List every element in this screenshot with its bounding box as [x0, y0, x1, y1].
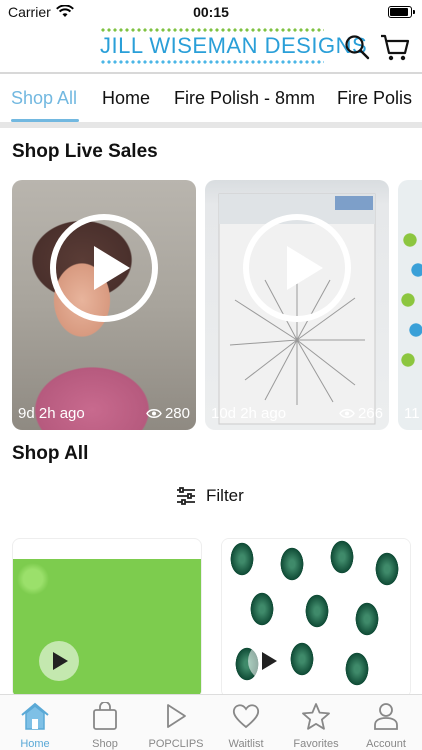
tabbar-label: Home	[20, 738, 50, 750]
tabs-divider	[0, 122, 422, 128]
tabbar-label: Favorites	[293, 738, 339, 750]
live-sales-title: Shop Live Sales	[12, 141, 158, 162]
tabbar-waitlist[interactable]: Waitlist	[211, 701, 281, 750]
live-sale-card[interactable]: 10d 2h ago 266	[205, 180, 389, 430]
tabbar-popclips[interactable]: POPCLIPS	[141, 701, 211, 750]
product-card[interactable]	[221, 538, 411, 698]
product-card[interactable]	[12, 538, 202, 698]
tabbar-shop[interactable]: Shop	[70, 701, 140, 750]
live-sale-views: 280	[146, 405, 190, 422]
shop-all-title: Shop All	[12, 443, 89, 464]
tab-home[interactable]: Home	[102, 88, 150, 109]
tabbar-favorites[interactable]: Favorites	[281, 701, 351, 750]
live-sale-views: 266	[339, 405, 383, 422]
product-play-icon[interactable]	[39, 641, 79, 681]
product-image	[222, 539, 410, 697]
tab-fire-polish[interactable]: Fire Polis	[337, 88, 412, 109]
logo-dots-bottom	[100, 60, 324, 64]
live-sale-age: 10d 2h ago	[211, 405, 287, 422]
tabbar-label: POPCLIPS	[148, 738, 204, 750]
category-tabs: Shop All Home Fire Polish - 8mm Fire Pol…	[0, 74, 422, 122]
bottom-tab-bar: Home Shop POPCLIPS Waitlist Favorites Ac…	[0, 694, 422, 750]
status-bar: Carrier 00:15	[0, 0, 422, 24]
product-image	[13, 559, 201, 697]
play-icon[interactable]	[243, 214, 351, 322]
app-header: JILL WISEMAN DESIGNS	[0, 24, 422, 72]
filter-button[interactable]: Filter	[176, 484, 244, 508]
tab-shop-all[interactable]: Shop All	[11, 88, 77, 109]
tabbar-home[interactable]: Home	[0, 701, 70, 750]
battery-icon	[388, 6, 415, 18]
tab-fire-polish-8mm[interactable]: Fire Polish - 8mm	[174, 88, 315, 109]
live-sale-card[interactable]: 9d 2h ago 280	[12, 180, 196, 430]
brand-logo[interactable]: JILL WISEMAN DESIGNS	[100, 28, 368, 66]
star-icon	[281, 701, 351, 731]
tabbar-account[interactable]: Account	[351, 701, 421, 750]
logo-text: JILL WISEMAN DESIGNS	[100, 33, 368, 58]
live-sale-age: 9d 2h ago	[18, 405, 85, 422]
live-sale-card[interactable]: 11	[398, 180, 422, 430]
tabbar-label: Account	[366, 738, 406, 750]
views-count: 280	[164, 405, 190, 422]
views-count: 266	[357, 405, 383, 422]
filter-label: Filter	[206, 486, 244, 505]
eye-icon	[146, 409, 162, 418]
cart-icon[interactable]	[380, 34, 410, 67]
live-sale-thumbnail	[398, 180, 422, 430]
home-icon	[0, 701, 70, 731]
search-icon[interactable]	[344, 34, 370, 65]
clock: 00:15	[193, 4, 229, 20]
person-icon	[351, 701, 421, 731]
bag-icon	[70, 701, 140, 731]
live-sale-age: 11	[404, 405, 420, 422]
heart-icon	[211, 701, 281, 731]
tabbar-label: Shop	[92, 738, 118, 750]
play-icon[interactable]	[50, 214, 158, 322]
tabbar-label: Waitlist	[228, 738, 264, 750]
filter-icon	[177, 487, 195, 505]
eye-icon	[339, 409, 355, 418]
play-icon	[141, 701, 211, 731]
product-play-icon[interactable]	[248, 641, 288, 681]
